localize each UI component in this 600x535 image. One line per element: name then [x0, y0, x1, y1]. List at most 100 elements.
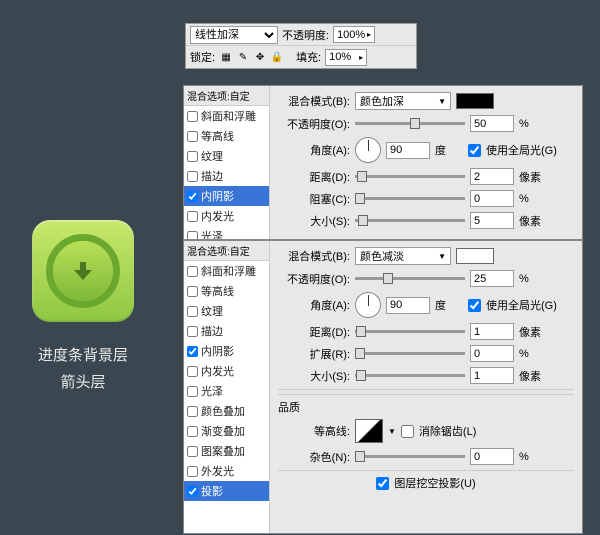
knockout-checkbox[interactable] [376, 477, 389, 490]
size-slider[interactable] [355, 374, 465, 377]
fx-label: 外发光 [201, 463, 234, 479]
fx-checkbox[interactable] [187, 306, 198, 317]
angle-dial[interactable] [355, 292, 381, 318]
fx-label: 内发光 [201, 363, 234, 379]
fx-checkbox[interactable] [187, 386, 198, 397]
distance-input[interactable] [470, 323, 514, 340]
fx-checkbox[interactable] [187, 326, 198, 337]
fx-label: 等高线 [201, 283, 234, 299]
noise-input[interactable] [470, 448, 514, 465]
opacity-input[interactable]: 100%▸ [333, 26, 375, 43]
fx-item[interactable]: 投影 [184, 481, 269, 501]
fx-checkbox[interactable] [187, 266, 198, 277]
fx-item[interactable]: 渐变叠加 [184, 421, 269, 441]
lock-transparency-icon[interactable]: ▦ [219, 50, 233, 64]
spread-input[interactable] [470, 345, 514, 362]
angle-dial[interactable] [355, 137, 381, 163]
fx-item[interactable]: 纹理 [184, 301, 269, 321]
fx-checkbox[interactable] [187, 131, 198, 142]
noise-label: 杂色(N): [278, 449, 350, 465]
fx-checkbox[interactable] [187, 151, 198, 162]
caption-2: 箭头层 [18, 371, 148, 392]
fx-label: 纹理 [201, 303, 223, 319]
opacity-input[interactable] [470, 115, 514, 132]
blend-mode-select[interactable]: 线性加深 [190, 26, 278, 44]
angle-input[interactable] [386, 297, 430, 314]
blend-mode-label: 混合模式(B): [278, 93, 350, 109]
fx-item[interactable]: 图案叠加 [184, 441, 269, 461]
noise-slider[interactable] [355, 455, 465, 458]
layer-toolbar: 线性加深 不透明度: 100%▸ 锁定: ▦ ✎ ✥ 🔒 填充: 10%▸ [185, 23, 417, 69]
fill-input[interactable]: 10%▸ [325, 49, 367, 66]
color-swatch[interactable] [456, 248, 494, 264]
fx-item[interactable]: 内阴影 [184, 186, 269, 206]
fx-checkbox[interactable] [187, 346, 198, 357]
fx-header: 混合选项:自定 [184, 86, 269, 106]
caption-1: 进度条背景层 [18, 344, 148, 365]
spread-label: 扩展(R): [278, 346, 350, 362]
fx-checkbox[interactable] [187, 191, 198, 202]
fx-item[interactable]: 光泽 [184, 381, 269, 401]
contour-picker[interactable] [355, 419, 383, 443]
size-label: 大小(S): [278, 213, 350, 229]
fx-checkbox[interactable] [187, 171, 198, 182]
fx-checkbox[interactable] [187, 366, 198, 377]
lock-position-icon[interactable]: ✥ [253, 50, 267, 64]
opacity-slider[interactable] [355, 122, 465, 125]
fx-checkbox[interactable] [187, 211, 198, 222]
size-slider[interactable] [355, 219, 465, 222]
lock-pixels-icon[interactable]: ✎ [236, 50, 250, 64]
fx-checkbox[interactable] [187, 446, 198, 457]
fx-label: 内阴影 [201, 343, 234, 359]
fx-item[interactable]: 纹理 [184, 146, 269, 166]
fx-checkbox[interactable] [187, 406, 198, 417]
fx-item[interactable]: 颜色叠加 [184, 401, 269, 421]
preview-area: 进度条背景层 箭头层 [18, 220, 148, 398]
opacity-slider[interactable] [355, 277, 465, 280]
opacity-input[interactable] [470, 270, 514, 287]
fx-item[interactable]: 外发光 [184, 461, 269, 481]
fx-list-1: 混合选项:自定 斜面和浮雕等高线纹理描边内阴影内发光光泽 [184, 86, 270, 239]
fx-checkbox[interactable] [187, 466, 198, 477]
fx-item[interactable]: 斜面和浮雕 [184, 106, 269, 126]
fx-checkbox[interactable] [187, 426, 198, 437]
opacity-label: 不透明度: [282, 27, 329, 43]
fx-item[interactable]: 斜面和浮雕 [184, 261, 269, 281]
fx-label: 斜面和浮雕 [201, 108, 256, 124]
fx-item[interactable]: 内发光 [184, 361, 269, 381]
blend-mode-dropdown[interactable]: 颜色减淡▼ [355, 247, 451, 265]
fx-label: 渐变叠加 [201, 423, 245, 439]
color-swatch[interactable] [456, 93, 494, 109]
lock-all-icon[interactable]: 🔒 [270, 50, 284, 64]
fx-item[interactable]: 描边 [184, 166, 269, 186]
fx-item[interactable]: 等高线 [184, 126, 269, 146]
fx-label: 颜色叠加 [201, 403, 245, 419]
choke-input[interactable] [470, 190, 514, 207]
fx-item[interactable]: 内发光 [184, 206, 269, 226]
download-icon-preview [32, 220, 134, 322]
fx-checkbox[interactable] [187, 486, 198, 497]
fx-item[interactable]: 等高线 [184, 281, 269, 301]
size-input[interactable] [470, 212, 514, 229]
size-input[interactable] [470, 367, 514, 384]
fx-checkbox[interactable] [187, 111, 198, 122]
fx-item[interactable]: 内阴影 [184, 341, 269, 361]
global-light-checkbox[interactable] [468, 299, 481, 312]
fx-label: 光泽 [201, 383, 223, 399]
distance-slider[interactable] [355, 330, 465, 333]
fx-checkbox[interactable] [187, 286, 198, 297]
fx-item[interactable]: 描边 [184, 321, 269, 341]
distance-slider[interactable] [355, 175, 465, 178]
choke-slider[interactable] [355, 197, 465, 200]
fx-item[interactable]: 光泽 [184, 226, 269, 239]
fx-checkbox[interactable] [187, 231, 198, 240]
arrow-down-icon [72, 260, 94, 282]
distance-input[interactable] [470, 168, 514, 185]
blend-mode-dropdown[interactable]: 颜色加深▼ [355, 92, 451, 110]
params-1: 混合模式(B): 颜色加深▼ 不透明度(O): % 角度(A): 度 使用全局光… [270, 86, 582, 239]
distance-label: 距离(D): [278, 324, 350, 340]
angle-input[interactable] [386, 142, 430, 159]
global-light-checkbox[interactable] [468, 144, 481, 157]
spread-slider[interactable] [355, 352, 465, 355]
antialias-checkbox[interactable] [401, 425, 414, 438]
